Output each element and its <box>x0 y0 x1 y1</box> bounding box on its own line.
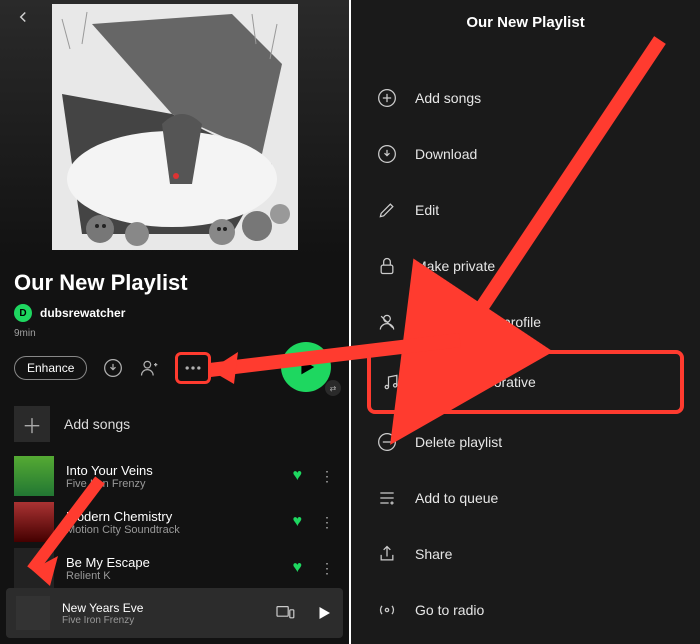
download-icon <box>377 144 399 164</box>
menu-label: Add to queue <box>415 490 498 506</box>
now-playing-play-icon[interactable] <box>315 604 333 622</box>
more-icon[interactable] <box>183 358 203 378</box>
menu-label: Share <box>415 546 452 562</box>
track-artist: Five Iron Frenzy <box>66 478 281 490</box>
menu-label: Go to radio <box>415 602 484 618</box>
now-playing-art <box>16 596 50 630</box>
menu-title: Our New Playlist <box>351 14 700 31</box>
menu-download[interactable]: Download <box>377 126 674 182</box>
menu-edit[interactable]: Edit <box>377 182 674 238</box>
track-more-icon[interactable]: ⋮ <box>320 560 334 577</box>
menu-make-private[interactable]: Make private <box>377 238 674 294</box>
menu-label: Add songs <box>415 90 481 106</box>
track-row[interactable]: Be My Escape Relient K ♥ ⋮ <box>14 546 334 590</box>
track-artist: Motion City Soundtrack <box>66 524 281 536</box>
track-title: Modern Chemistry <box>66 509 281 524</box>
pencil-icon <box>377 200 399 220</box>
add-songs-row[interactable]: ＋ Add songs <box>14 406 130 442</box>
heart-icon[interactable]: ♥ <box>293 559 303 577</box>
annotation-highlight-more <box>175 352 211 384</box>
track-title: Be My Escape <box>66 555 281 570</box>
track-artist: Relient K <box>66 570 281 582</box>
queue-icon <box>377 488 399 508</box>
now-playing-artist: Five Iron Frenzy <box>62 615 263 626</box>
add-songs-label: Add songs <box>64 416 130 432</box>
heart-icon[interactable]: ♥ <box>293 467 303 485</box>
play-button[interactable] <box>281 342 331 392</box>
playlist-screen: Our New Playlist D dubsrewatcher 9min En… <box>0 0 349 644</box>
download-icon[interactable] <box>103 358 123 378</box>
plus-circle-icon <box>377 88 399 108</box>
playlist-cover[interactable] <box>52 4 298 250</box>
now-playing-title: New Years Eve <box>62 601 263 615</box>
track-row[interactable]: Modern Chemistry Motion City Soundtrack … <box>14 500 334 544</box>
menu-remove-profile[interactable]: Remove from profile <box>377 294 674 350</box>
track-art <box>14 502 54 542</box>
owner-avatar: D <box>14 304 32 322</box>
heart-icon[interactable]: ♥ <box>293 513 303 531</box>
music-note-icon <box>381 372 403 392</box>
now-playing-bar[interactable]: New Years Eve Five Iron Frenzy <box>6 588 343 638</box>
playlist-title: Our New Playlist <box>14 270 188 296</box>
enhance-button[interactable]: Enhance <box>14 356 87 380</box>
menu-label: Remove from profile <box>415 314 541 330</box>
plus-icon: ＋ <box>14 406 50 442</box>
share-icon <box>377 544 399 564</box>
track-title: Into Your Veins <box>66 463 281 478</box>
radio-icon <box>377 600 399 620</box>
shuffle-icon[interactable]: ⇄ <box>325 380 341 396</box>
menu-label: Make collaborative <box>419 374 536 390</box>
menu-label: Download <box>415 146 477 162</box>
menu-share[interactable]: Share <box>377 526 674 582</box>
person-remove-icon <box>377 312 399 332</box>
menu-go-to-radio[interactable]: Go to radio <box>377 582 674 638</box>
menu-label: Edit <box>415 202 439 218</box>
track-art <box>14 548 54 588</box>
menu-label: Make private <box>415 258 495 274</box>
owner-name: dubsrewatcher <box>40 306 125 320</box>
menu-add-to-queue[interactable]: Add to queue <box>377 470 674 526</box>
context-menu-screen: Our New Playlist Add songs Download Edit… <box>351 0 700 644</box>
menu-make-collaborative[interactable]: Make collaborative <box>367 350 684 414</box>
lock-icon <box>377 256 399 276</box>
track-art <box>14 456 54 496</box>
playlist-owner[interactable]: D dubsrewatcher <box>14 304 125 322</box>
minus-circle-icon <box>377 432 399 452</box>
track-more-icon[interactable]: ⋮ <box>320 468 334 485</box>
playlist-controls: Enhance <box>14 352 211 384</box>
menu-delete-playlist[interactable]: Delete playlist <box>377 414 674 470</box>
track-more-icon[interactable]: ⋮ <box>320 514 334 531</box>
menu-add-songs[interactable]: Add songs <box>377 70 674 126</box>
add-user-icon[interactable] <box>139 358 159 378</box>
track-row[interactable]: Into Your Veins Five Iron Frenzy ♥ ⋮ <box>14 454 334 498</box>
playlist-duration: 9min <box>14 328 36 339</box>
back-button[interactable] <box>14 8 32 26</box>
devices-icon[interactable] <box>275 605 295 621</box>
menu-label: Delete playlist <box>415 434 502 450</box>
